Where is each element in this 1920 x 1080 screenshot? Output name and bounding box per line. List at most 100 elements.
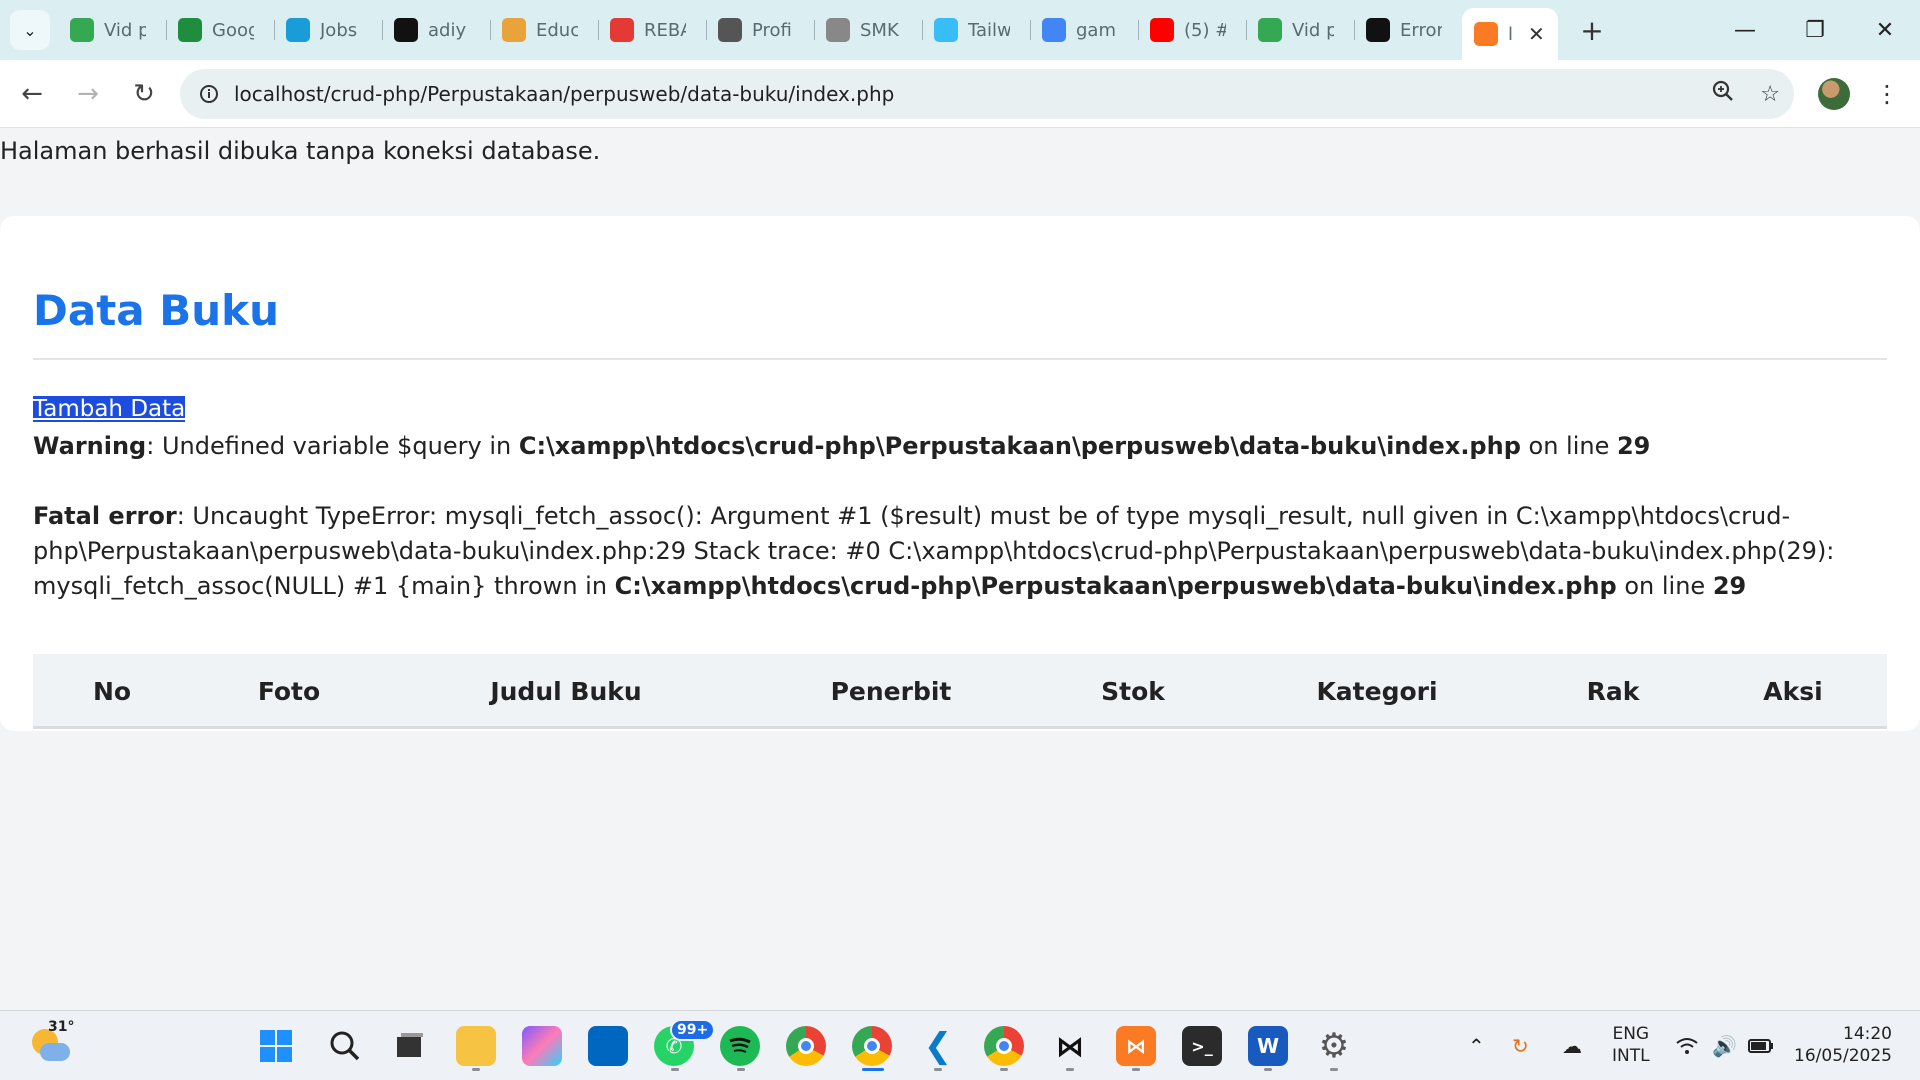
browser-tab[interactable]: Tailw [922, 8, 1030, 52]
arrow-right-icon: → [77, 78, 99, 109]
search-icon[interactable] [325, 1026, 365, 1066]
active-browser-tab[interactable]: l ✕ [1462, 8, 1558, 60]
battery-icon[interactable] [1748, 1011, 1774, 1080]
page-title: Data Buku [33, 286, 279, 335]
word-icon[interactable]: W [1248, 1026, 1288, 1066]
php-warning: Warning: Undefined variable $query in C:… [33, 429, 1893, 464]
tab-title: gam [1076, 19, 1116, 41]
browser-tab[interactable]: Profi [706, 8, 814, 52]
restore-icon: ❐ [1805, 17, 1825, 43]
chrome-icon[interactable] [786, 1026, 826, 1066]
tab-title: Vid p [104, 19, 146, 41]
browser-tab[interactable]: Vid p [1246, 8, 1354, 52]
browser-menu-icon[interactable]: ⋮ [1872, 70, 1902, 118]
tab-title: Tailw [968, 19, 1010, 41]
plus-icon: + [1580, 13, 1604, 47]
url-text[interactable]: localhost/crud-php/Perpustakaan/perpuswe… [234, 82, 894, 106]
forward-button[interactable]: → [64, 70, 112, 118]
browser-tab[interactable]: gam [1030, 8, 1138, 52]
tab-title: Educ [536, 19, 578, 41]
column-header-aksi: Aksi [1763, 677, 1823, 706]
window-controls: — ❐ ✕ [1710, 0, 1920, 60]
jobstreet-icon [286, 18, 310, 42]
system-clock[interactable]: 14:20 16/05/2025 [1786, 1023, 1892, 1067]
running-indicator [1264, 1068, 1272, 1071]
cloud-icon [40, 1043, 70, 1061]
new-tab-button[interactable]: + [1572, 10, 1612, 50]
running-indicator [737, 1068, 745, 1071]
browser-toolbar: ← → ↻ localhost/crud-php/Perpustakaan/pe… [0, 60, 1920, 128]
windows-taskbar: 31° ✆ 99+ ❮ ⋈ ⋈ >_ W ⚙ ⌃ ↻ ☁ ENG INTL 🔊 … [0, 1010, 1920, 1080]
task-view-icon[interactable] [390, 1026, 430, 1066]
clock-time: 14:20 [1843, 1024, 1892, 1044]
reload-icon: ↻ [133, 78, 155, 109]
tab-title: Vid p [1292, 19, 1334, 41]
xampp-icon [1474, 22, 1498, 46]
running-indicator [1066, 1068, 1074, 1071]
restore-button[interactable]: ❐ [1780, 0, 1850, 60]
warning-label: Warning [33, 432, 147, 460]
youtube-icon [1150, 18, 1174, 42]
tab-title: Error [1400, 19, 1442, 41]
bookmark-star-icon[interactable]: ☆ [1760, 82, 1780, 107]
terminal-icon[interactable]: >_ [1182, 1026, 1222, 1066]
column-header-penerbit: Penerbit [830, 677, 952, 706]
tab-title: Goog [212, 19, 254, 41]
microsoft-store-icon[interactable] [588, 1026, 628, 1066]
browser-tab[interactable]: Jobs [274, 8, 382, 52]
tab-close-icon[interactable]: ✕ [1528, 22, 1545, 46]
sync-icon[interactable]: ↻ [1512, 1011, 1529, 1080]
browser-tab[interactable]: adiy [382, 8, 490, 52]
volume-icon[interactable]: 🔊 [1712, 1011, 1737, 1080]
warning-line: 29 [1616, 432, 1651, 460]
column-header-judul-buku: Judul Buku [490, 677, 642, 706]
vscode-icon[interactable]: ❮ [918, 1026, 958, 1066]
tab-title: (5) # [1184, 19, 1226, 41]
tab-title: SMK [860, 19, 899, 41]
browser-tab[interactable]: Vid p [58, 8, 166, 52]
browser-tab[interactable]: Educ [490, 8, 598, 52]
weather-widget[interactable]: 31° [30, 1019, 74, 1067]
browser-tab[interactable]: (5) # [1138, 8, 1246, 52]
windows-start-icon[interactable] [256, 1026, 296, 1066]
reload-button[interactable]: ↻ [120, 70, 168, 118]
browser-tab[interactable]: REBA [598, 8, 706, 52]
fatal-online: on line [1616, 572, 1713, 600]
chrome-alt-profile-icon[interactable] [984, 1026, 1024, 1066]
file-explorer-icon[interactable] [456, 1026, 496, 1066]
onedrive-offline-icon[interactable]: ☁ [1562, 1011, 1582, 1080]
xampp-icon[interactable]: ⋈ [1116, 1026, 1156, 1066]
browser-tab[interactable]: Goog [166, 8, 274, 52]
capcut-icon[interactable]: ⋈ [1050, 1026, 1090, 1066]
tab-search-button[interactable]: ⌄ [10, 10, 50, 50]
settings-gear-icon[interactable]: ⚙ [1314, 1026, 1354, 1066]
add-data-link[interactable]: Tambah Data [33, 396, 186, 422]
warning-text: : Undefined variable $query in [146, 432, 519, 460]
browser-tab[interactable]: Error [1354, 8, 1462, 52]
google-drive-icon [1258, 18, 1282, 42]
wifi-icon[interactable] [1676, 1011, 1698, 1080]
running-indicator [472, 1068, 480, 1071]
column-header-foto: Foto [257, 677, 321, 706]
chrome-profile-icon[interactable] [852, 1026, 892, 1066]
tab-title: REBA [644, 19, 686, 41]
zoom-icon[interactable] [1712, 80, 1734, 108]
show-hidden-icons-chevron-icon[interactable]: ⌃ [1468, 1011, 1485, 1080]
browser-tab[interactable]: SMK [814, 8, 922, 52]
profile-avatar[interactable] [1818, 78, 1850, 110]
clock-date: 16/05/2025 [1794, 1046, 1892, 1066]
spotify-icon[interactable] [720, 1026, 760, 1066]
site-info-icon[interactable] [184, 84, 234, 104]
column-header-stok: Stok [1101, 677, 1165, 706]
column-header-no: No [92, 677, 132, 706]
warning-path: C:\xampp\htdocs\crud-php\Perpustakaan\pe… [518, 432, 1521, 460]
close-window-button[interactable]: ✕ [1850, 0, 1920, 60]
back-button[interactable]: ← [8, 70, 56, 118]
weather-temperature: 31° [48, 1019, 75, 1035]
language-indicator[interactable]: ENG INTL [1612, 1023, 1650, 1067]
copilot-icon[interactable] [522, 1026, 562, 1066]
fatal-line: 29 [1712, 572, 1747, 600]
address-bar[interactable]: localhost/crud-php/Perpustakaan/perpuswe… [180, 69, 1794, 119]
minimize-button[interactable]: — [1710, 0, 1780, 60]
column-header-kategori: Kategori [1316, 677, 1438, 706]
